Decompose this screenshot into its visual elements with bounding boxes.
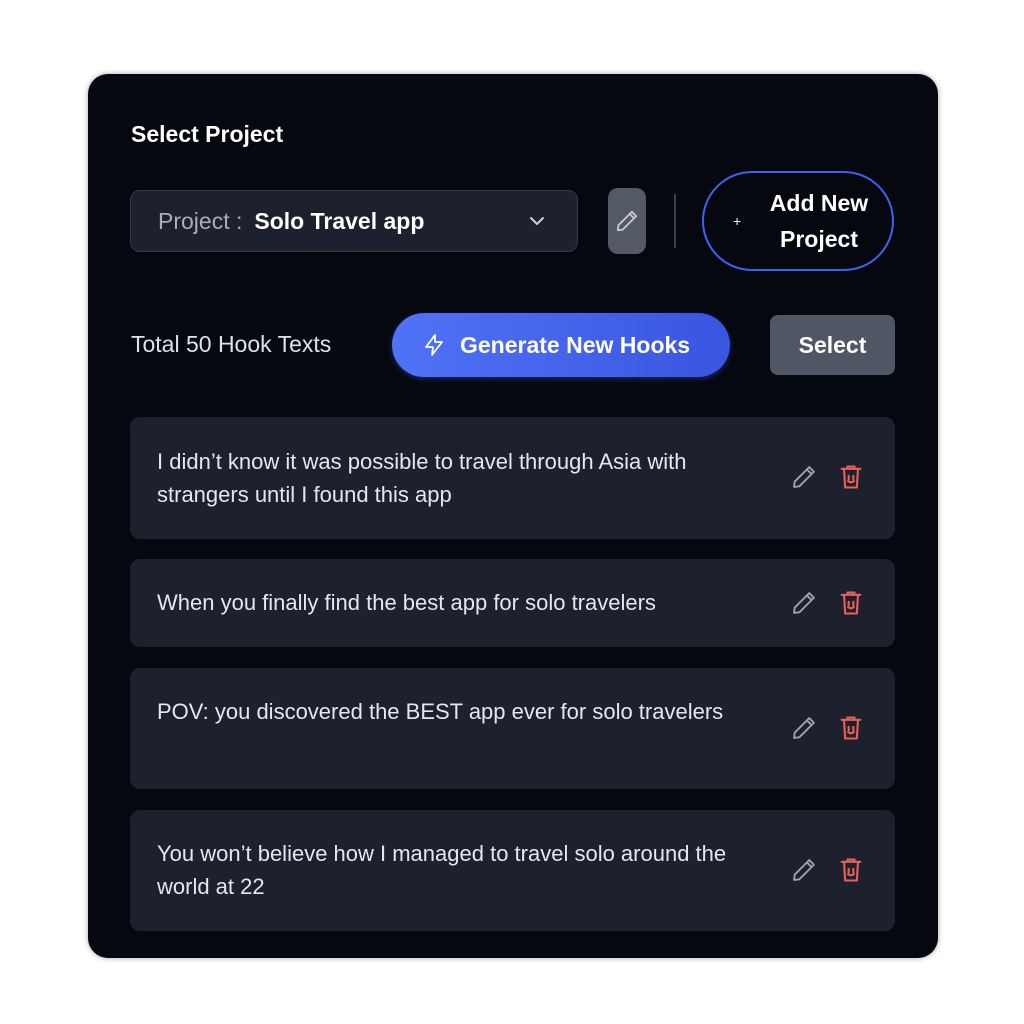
pencil-icon[interactable] <box>790 589 818 617</box>
hook-card[interactable]: I didn’t know it was possible to travel … <box>130 417 895 539</box>
project-prefix-label: Project : <box>158 207 243 234</box>
generate-new-hooks-button[interactable]: Generate New Hooks <box>392 313 730 377</box>
hook-count-text: Total 50 Hook Texts <box>131 331 332 357</box>
select-button-label: Select <box>798 331 867 358</box>
lightning-icon <box>425 334 443 356</box>
pencil-icon <box>616 210 638 232</box>
hook-text: POV: you discovered the BEST app ever fo… <box>157 699 724 724</box>
add-new-project-label: Add New Project <box>769 190 869 252</box>
pencil-icon[interactable] <box>790 856 818 884</box>
hook-text: When you finally find the best app for s… <box>157 590 656 615</box>
selected-project-name: Solo Travel app <box>254 207 425 234</box>
pencil-icon[interactable] <box>790 463 818 491</box>
section-title: Select Project <box>131 121 284 147</box>
generate-new-hooks-label: Generate New Hooks <box>460 331 691 358</box>
trash-icon[interactable] <box>837 856 865 884</box>
trash-icon[interactable] <box>837 589 865 617</box>
hook-card[interactable]: When you finally find the best app for s… <box>130 559 895 647</box>
chevron-down-icon <box>530 217 544 225</box>
add-new-project-button[interactable]: + Add New Project <box>702 171 894 271</box>
hook-text: You won’t believe how I managed to trave… <box>157 841 727 899</box>
trash-icon[interactable] <box>837 714 865 742</box>
project-dropdown[interactable]: Project : Solo Travel app <box>130 190 578 252</box>
hook-texts-panel: Select Project Project : Solo Travel app… <box>88 74 938 958</box>
hook-card[interactable]: POV: you discovered the BEST app ever fo… <box>130 668 895 789</box>
pencil-icon[interactable] <box>790 714 818 742</box>
plus-icon: + <box>733 213 742 229</box>
toolbar-divider <box>674 194 676 248</box>
trash-icon[interactable] <box>837 463 865 491</box>
select-button[interactable]: Select <box>770 315 895 375</box>
hook-text: I didn’t know it was possible to travel … <box>157 449 687 507</box>
edit-project-button[interactable] <box>608 188 646 254</box>
hook-card[interactable]: You won’t believe how I managed to trave… <box>130 810 895 931</box>
